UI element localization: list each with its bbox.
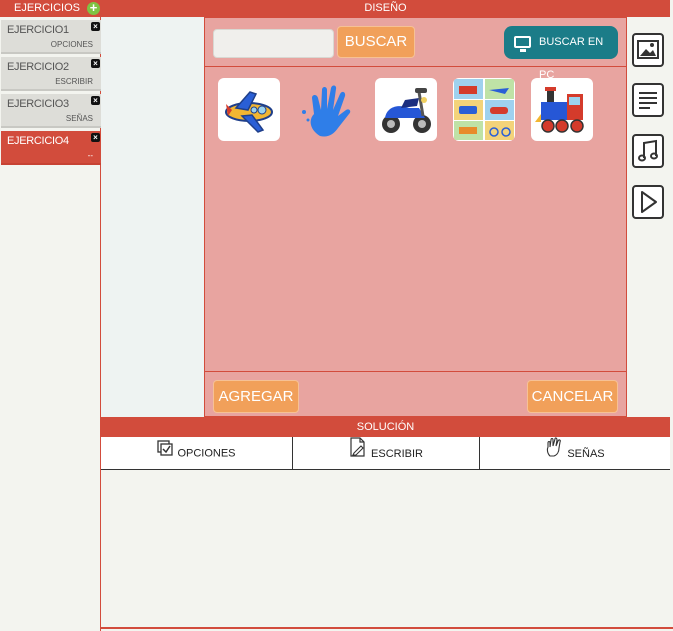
search-pc-label: BUSCAR EN PC — [539, 36, 604, 81]
app-root: EJERCICIOS + EJERCICIO1 OPCIONES × EJERC… — [0, 0, 673, 631]
tab-label: ESCRIBIR — [371, 447, 423, 460]
divider — [101, 627, 673, 629]
exercise-item-1[interactable]: EJERCICIO1 OPCIONES × — [1, 20, 101, 54]
tab-senas[interactable]: SEÑAS — [480, 437, 670, 470]
search-input[interactable] — [213, 29, 334, 58]
transport-collage-image[interactable] — [453, 78, 515, 141]
tab-label: OPCIONES — [177, 447, 236, 460]
image-icon[interactable] — [632, 33, 664, 67]
solution-title: SOLUCIÓN — [356, 421, 415, 433]
add-exercise-icon[interactable]: + — [87, 1, 100, 15]
add-button[interactable]: AGREGAR — [213, 380, 299, 413]
exercise-name: EJERCICIO2 — [7, 61, 69, 73]
close-icon[interactable]: × — [91, 133, 100, 142]
search-pc-button[interactable]: BUSCAR EN PC — [504, 26, 618, 81]
cancel-button[interactable]: CANCELAR — [527, 380, 618, 413]
text-icon[interactable] — [632, 83, 664, 117]
tab-label: SEÑAS — [567, 447, 605, 460]
music-icon[interactable] — [632, 134, 664, 168]
media-tools — [627, 17, 670, 417]
solution-body — [101, 471, 670, 627]
solution-header: SOLUCIÓN — [101, 417, 670, 437]
airplane-image[interactable] — [218, 78, 280, 141]
exercises-title: EJERCICIOS — [14, 2, 81, 14]
scooter-image[interactable] — [375, 78, 437, 141]
preview-strip — [101, 17, 204, 417]
exercises-panel: EJERCICIOS + EJERCICIO1 OPCIONES × EJERC… — [0, 0, 101, 631]
close-icon[interactable]: × — [91, 22, 100, 31]
exercise-item-3[interactable]: EJERCICIO3 SEÑAS × — [1, 94, 101, 128]
exercise-type: SEÑAS — [65, 114, 93, 123]
exercise-name: EJERCICIO4 — [7, 135, 69, 147]
close-icon[interactable]: × — [91, 59, 100, 68]
checkbox-icon — [157, 437, 174, 470]
exercise-type: ESCRIBIR — [55, 77, 93, 86]
exercises-header: EJERCICIOS + — [0, 0, 101, 17]
play-icon[interactable] — [632, 185, 664, 219]
exercise-item-2[interactable]: EJERCICIO2 ESCRIBIR × — [1, 57, 101, 91]
exercise-item-4[interactable]: EJERCICIO4 -- × — [1, 131, 101, 165]
exercise-name: EJERCICIO3 — [7, 98, 69, 110]
divider — [205, 66, 626, 67]
design-panel: BUSCAR BUSCAR EN PC AGREGAR CANCELAR — [204, 17, 627, 417]
tab-escribir[interactable]: ESCRIBIR — [293, 437, 479, 470]
tab-opciones[interactable]: OPCIONES — [101, 437, 292, 470]
solution-tabs: OPCIONES ESCRIBIR SEÑAS — [101, 437, 670, 470]
search-button[interactable]: BUSCAR — [337, 26, 415, 58]
exercise-type: OPCIONES — [50, 40, 93, 49]
toy-train-image[interactable] — [531, 78, 593, 141]
divider — [205, 371, 626, 372]
exercise-name: EJERCICIO1 — [7, 24, 69, 36]
document-pencil-icon — [349, 437, 367, 471]
close-icon[interactable]: × — [91, 96, 100, 105]
design-title: DISEÑO — [364, 2, 407, 14]
exercise-type: -- — [87, 151, 93, 160]
monitor-icon — [514, 36, 531, 52]
hand-icon — [545, 437, 563, 471]
design-header: DISEÑO — [101, 0, 670, 17]
blue-hand-image[interactable] — [296, 78, 358, 141]
